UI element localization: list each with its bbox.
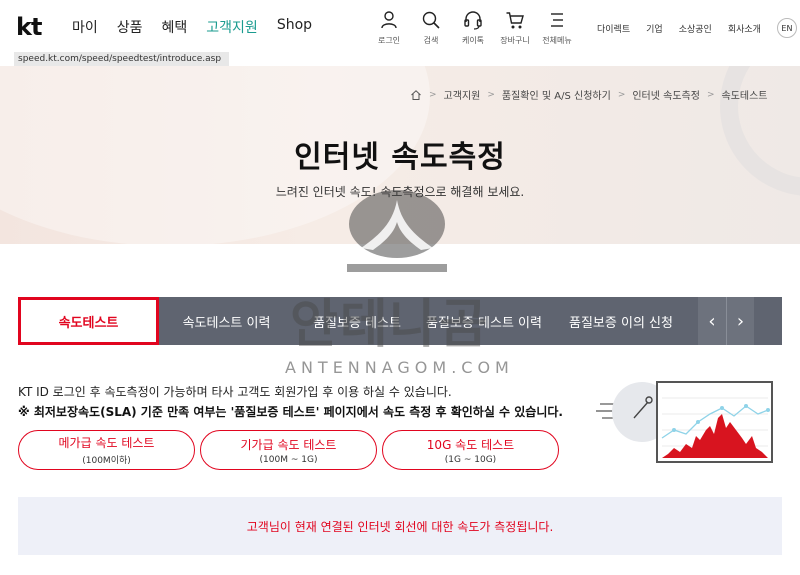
util-small-business[interactable]: 소상공인 — [679, 22, 712, 35]
breadcrumb-speed-measure[interactable]: 인터넷 속도측정 — [632, 87, 700, 102]
kt-logo[interactable]: kt — [16, 13, 42, 41]
logo-text: kt — [16, 13, 42, 41]
utility-links: 다이렉트 기업 소상공인 회사소개 EN — [597, 18, 797, 38]
all-menu-button[interactable]: 전체메뉴 — [536, 10, 578, 46]
nav-item-my[interactable]: 마이 — [72, 17, 98, 37]
tab-prev-button[interactable]: ‹ — [698, 297, 726, 345]
login-info-text: KT ID 로그인 후 속도측정이 가능하며 타사 고객도 회원가입 후 이용 … — [18, 385, 452, 399]
cart-icon — [506, 12, 524, 29]
ktalk-label: 케이톡 — [461, 36, 485, 45]
tab-next-button[interactable]: › — [726, 297, 754, 345]
breadcrumb-separator: > — [487, 89, 495, 100]
login-label: 로그인 — [377, 36, 401, 45]
hero-ring-decoration — [720, 66, 800, 196]
mega-speed-test-button[interactable]: 메가급 속도 테스트 (100M이하) — [18, 430, 195, 470]
page-subtitle: 느려진 인터넷 속도! 속도측정으로 해결해 보세요. — [275, 185, 525, 199]
header-icons: 로그인 검색 케이톡 장바구니 전체메뉴 — [368, 10, 578, 46]
cart-button[interactable]: 장바구니 — [494, 10, 536, 46]
watermark-site: ANTENNAGOM.COM — [285, 358, 514, 377]
speed-test-tabs: 속도테스트 속도테스트 이력 품질보증 테스트 품질보증 테스트 이력 품질보증… — [18, 297, 782, 345]
breadcrumb-separator: > — [429, 89, 437, 100]
hero-banner: > 고객지원 > 품질확인 및 A/S 신청하기 > 인터넷 속도측정 > 속도… — [0, 66, 800, 244]
chevron-right-icon: › — [736, 310, 745, 332]
button-label: 기가급 속도 테스트 — [240, 437, 337, 452]
headset-icon — [464, 11, 482, 30]
tab-arrows: ‹ › — [698, 297, 754, 345]
ktalk-button[interactable]: 케이톡 — [452, 10, 494, 46]
login-button[interactable]: 로그인 — [368, 10, 410, 46]
util-company[interactable]: 회사소개 — [728, 22, 761, 35]
menu-icon — [551, 13, 563, 27]
breadcrumb-speed-test[interactable]: 속도테스트 — [722, 87, 768, 102]
tab-quality-objection[interactable]: 품질보증 이의 신청 — [548, 297, 694, 345]
page-title: 인터넷 속도측정 — [294, 140, 506, 175]
search-button[interactable]: 검색 — [410, 10, 452, 46]
nav-item-shop[interactable]: Shop — [277, 17, 312, 37]
home-icon[interactable] — [410, 89, 422, 101]
url-tooltip: speed.kt.com/speed/speedtest/introduce.a… — [14, 52, 229, 66]
button-label: 메가급 속도 테스트 — [58, 436, 155, 450]
sla-info-text: ※ 최저보장속도(SLA) 기준 만족 여부는 '품질보증 테스트' 페이지에서… — [18, 405, 563, 419]
cart-label: 장바구니 — [500, 36, 530, 45]
all-menu-label: 전체메뉴 — [542, 36, 572, 45]
button-sublabel: (100M이하) — [82, 456, 131, 466]
giga-speed-test-button[interactable]: 기가급 속도 테스트 (100M ~ 1G) — [200, 430, 377, 470]
nav-item-support[interactable]: 고객지원 — [206, 17, 258, 37]
button-sublabel: (100M ~ 1G) — [259, 454, 318, 465]
nav-item-benefits[interactable]: 혜택 — [162, 17, 188, 37]
chevron-left-icon: ‹ — [708, 310, 716, 332]
main-nav: 마이 상품 혜택 고객지원 Shop — [72, 17, 331, 37]
util-business[interactable]: 기업 — [646, 22, 663, 35]
breadcrumb-separator: > — [706, 89, 715, 100]
notice-box: 고객님이 현재 연결된 인터넷 회선에 대한 속도가 측정됩니다. — [18, 497, 782, 555]
button-label: 10G 속도 테스트 — [426, 437, 515, 452]
tab-speed-test[interactable]: 속도테스트 — [18, 297, 159, 345]
notice-text: 고객님이 현재 연결된 인터넷 회선에 대한 속도가 측정됩니다. — [246, 519, 554, 534]
util-direct[interactable]: 다이렉트 — [597, 22, 630, 35]
breadcrumb-quality[interactable]: 품질확인 및 A/S 신청하기 — [502, 87, 611, 102]
search-icon — [422, 11, 440, 29]
breadcrumb: > 고객지원 > 품질확인 및 A/S 신청하기 > 인터넷 속도측정 > 속도… — [410, 87, 768, 102]
tab-quality-test[interactable]: 품질보증 테스트 — [294, 297, 420, 345]
10g-speed-test-button[interactable]: 10G 속도 테스트 (1G ~ 10G) — [382, 430, 559, 470]
button-sublabel: (1G ~ 10G) — [444, 454, 497, 465]
user-icon — [381, 11, 397, 29]
header: kt 마이 상품 혜택 고객지원 Shop 로그인 검색 케이톡 장바구니 전체… — [0, 0, 800, 52]
breadcrumb-support[interactable]: 고객지원 — [444, 87, 481, 102]
nav-item-products[interactable]: 상품 — [117, 17, 143, 37]
language-toggle[interactable]: EN — [776, 18, 797, 38]
tab-speed-test-history[interactable]: 속도테스트 이력 — [159, 297, 294, 345]
search-label: 검색 — [423, 36, 439, 45]
speed-graph-illustration — [596, 381, 773, 463]
breadcrumb-separator: > — [617, 89, 626, 100]
tab-quality-test-history[interactable]: 품질보증 테스트 이력 — [420, 297, 548, 345]
